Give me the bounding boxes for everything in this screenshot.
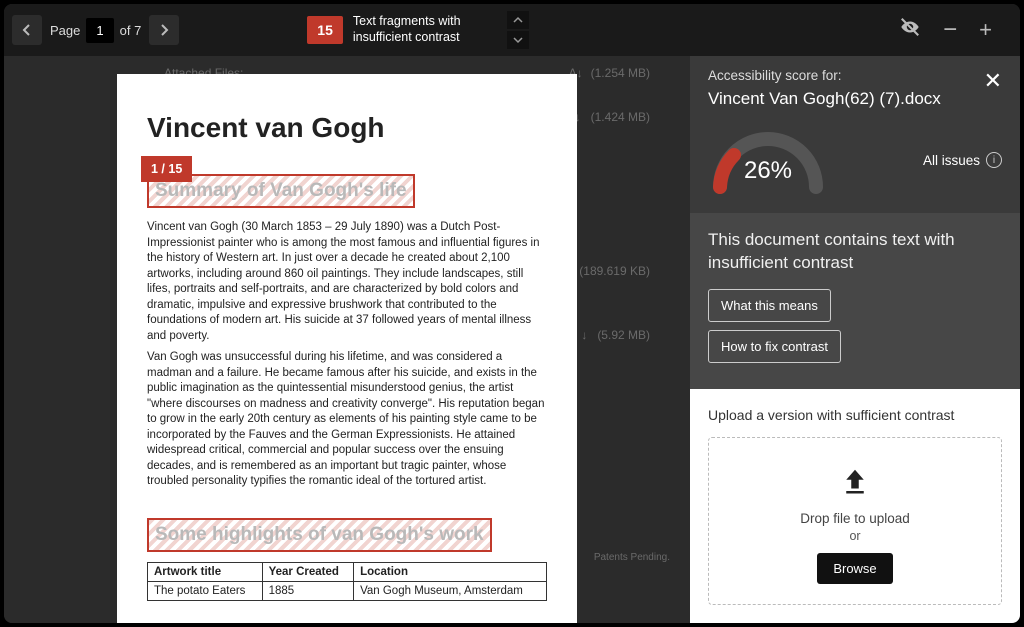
table-header: Location	[354, 562, 547, 581]
zoom-out-button[interactable]: −	[943, 16, 957, 44]
page-total: of 7	[120, 23, 142, 38]
prev-page-button[interactable]	[12, 15, 42, 45]
score-gauge: 26%	[708, 123, 828, 197]
document-page: Vincent van Gogh 1 / 15 Summary of Van G…	[117, 74, 577, 623]
document-viewer[interactable]: Attached Files: A↓(1.254 MB) ty.pdf A↓ (…	[4, 56, 690, 623]
page-number-input[interactable]: 1	[86, 18, 113, 43]
upload-instruction: Upload a version with sufficient contras…	[708, 407, 1002, 423]
file-size: (5.92 MB)	[597, 328, 650, 342]
what-this-means-button[interactable]: What this means	[708, 289, 831, 322]
drop-label: Drop file to upload	[719, 511, 991, 526]
issue-position-chip: 1 / 15	[141, 156, 192, 182]
all-issues-link[interactable]: All issues i	[923, 152, 1002, 168]
upload-icon	[840, 466, 870, 496]
prev-issue-button[interactable]	[507, 11, 529, 29]
issue-nav	[507, 11, 529, 49]
accessibility-panel: Accessibility score for: Vincent Van Gog…	[690, 56, 1020, 623]
table-cell: 1885	[262, 581, 353, 600]
artworks-table: Artwork title Year Created Location The …	[147, 562, 547, 601]
score-for-label: Accessibility score for:	[708, 68, 941, 83]
table-cell: Van Gogh Museum, Amsterdam	[354, 581, 547, 600]
close-panel-button[interactable]: ✕	[984, 68, 1002, 109]
issue-badge: 15 Text fragments with insufficient cont…	[307, 11, 529, 49]
issue-count: 15	[307, 16, 343, 44]
patents-label: Patents Pending.	[594, 552, 670, 563]
issue-description: Text fragments with insufficient contras…	[353, 14, 493, 45]
toolbar: Page 1 of 7 15 Text fragments with insuf…	[4, 4, 1020, 56]
or-label: or	[719, 529, 991, 543]
score-value: 26%	[708, 157, 828, 185]
toolbar-icons: − +	[899, 16, 992, 44]
doc-heading: Vincent van Gogh	[147, 112, 547, 144]
next-issue-button[interactable]	[507, 31, 529, 49]
table-header: Year Created	[262, 562, 353, 581]
file-size: (1.424 MB)	[591, 110, 650, 124]
flagged-heading[interactable]: Some highlights of van Gogh's work	[147, 518, 492, 552]
browse-button[interactable]: Browse	[817, 553, 892, 584]
file-size: (1.254 MB)	[591, 66, 650, 80]
zoom-in-button[interactable]: +	[979, 17, 992, 43]
table-header: Artwork title	[148, 562, 263, 581]
doc-paragraph: Vincent van Gogh (30 March 1853 – 29 Jul…	[147, 220, 547, 344]
page-label: Page	[50, 23, 80, 38]
how-to-fix-button[interactable]: How to fix contrast	[708, 330, 841, 363]
visibility-off-icon[interactable]	[899, 16, 921, 44]
file-size: (189.619 KB)	[579, 264, 650, 278]
doc-paragraph: Van Gogh was unsuccessful during his lif…	[147, 350, 547, 490]
next-page-button[interactable]	[149, 15, 179, 45]
file-dropzone[interactable]: Drop file to upload or Browse	[708, 437, 1002, 605]
document-filename: Vincent Van Gogh(62) (7).docx	[708, 89, 941, 109]
info-icon: i	[986, 152, 1002, 168]
issue-message: This document contains text with insuffi…	[708, 229, 1002, 275]
page-indicator: Page 1 of 7	[50, 18, 141, 43]
table-row: The potato Eaters 1885 Van Gogh Museum, …	[148, 581, 547, 600]
table-cell: The potato Eaters	[148, 581, 263, 600]
